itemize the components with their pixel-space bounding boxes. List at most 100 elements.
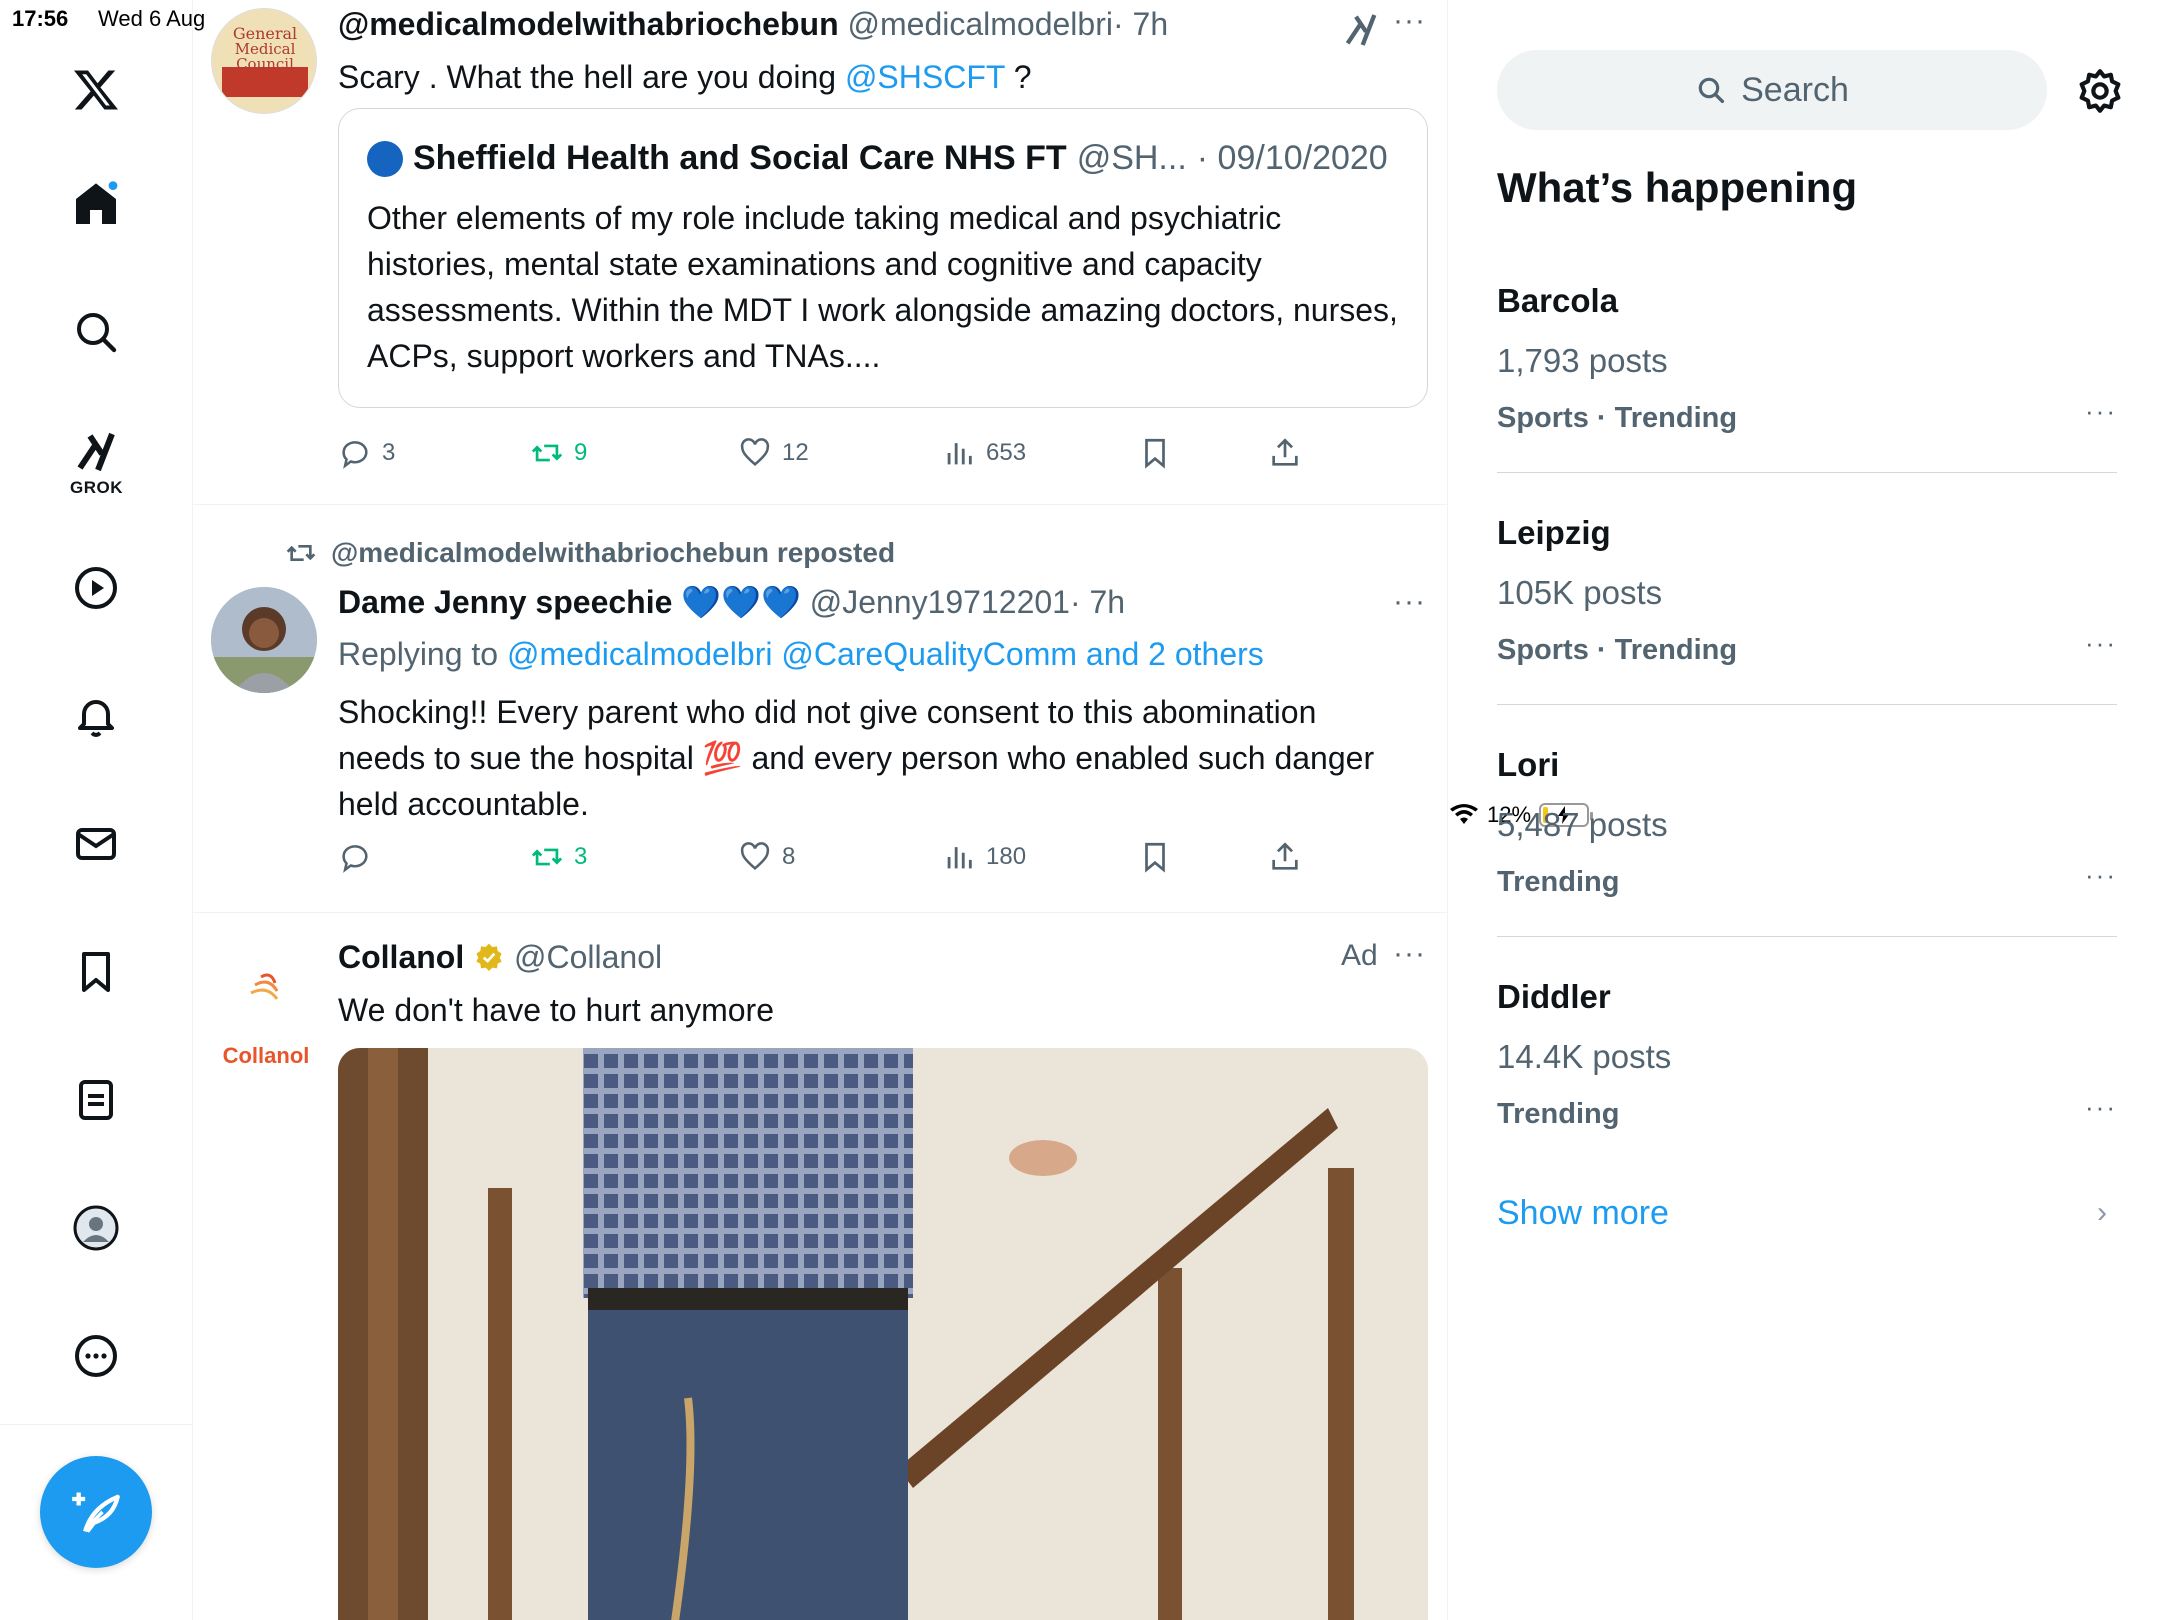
search-input[interactable]: Search: [1497, 50, 2047, 130]
advertiser-logo-text: Collanol: [222, 1043, 310, 1068]
display-name[interactable]: Collanol: [338, 939, 464, 975]
mention-link[interactable]: @SHSCFT: [845, 59, 1005, 95]
repost-button[interactable]: 3: [530, 840, 587, 874]
views-button[interactable]: 180: [942, 840, 1026, 874]
settings-gear-icon[interactable]: [2075, 66, 2125, 116]
share-button[interactable]: [1268, 436, 1302, 470]
views-icon: [947, 847, 972, 869]
display-name[interactable]: @medicalmodelwithabriochebun: [338, 6, 839, 42]
display-name[interactable]: Dame Jenny speechie: [338, 584, 672, 620]
like-button[interactable]: 8: [738, 840, 795, 874]
like-count: 12: [782, 439, 809, 466]
lists-icon[interactable]: [64, 1068, 128, 1132]
trend-more-icon[interactable]: ···: [2085, 1092, 2117, 1123]
search-icon[interactable]: [64, 300, 128, 364]
tweet-time[interactable]: · 7h: [1113, 6, 1168, 42]
grok-icon[interactable]: [64, 420, 128, 484]
tweet-header: Collanol @Collanol: [338, 939, 662, 976]
reposted-by[interactable]: @medicalmodelwithabriochebun reposted: [331, 537, 895, 569]
tweet-text-part: Scary . What the hell are you doing: [338, 59, 845, 95]
trend-name: Leipzig: [1497, 514, 1611, 551]
emoji-100: 💯: [702, 740, 743, 776]
ad-tweet[interactable]: Collanol Collanol @Collanol Ad ··· We do…: [193, 913, 1447, 1620]
replying-to-label: Replying to: [338, 636, 507, 672]
heart-icon: [740, 438, 770, 467]
handle[interactable]: @Collanol: [514, 939, 662, 975]
home-icon[interactable]: [64, 172, 128, 236]
trend-count: 14.4K posts: [1497, 1038, 1672, 1075]
name-emojis: 💙💙💙: [681, 584, 801, 620]
trend-category: Sports · Trending: [1497, 634, 1738, 666]
trend-item[interactable]: Diddler 14.4K posts Trending ···: [1497, 978, 2117, 1131]
quoted-tweet[interactable]: Sheffield Health and Social Care NHS FT …: [338, 108, 1428, 408]
compose-button[interactable]: [40, 1456, 152, 1568]
trend-more-icon[interactable]: ···: [2085, 396, 2117, 427]
tweet-text: We don't have to hurt anymore: [338, 992, 774, 1028]
tweet-1[interactable]: General Medical Council @medicalmodelwitha…: [193, 0, 1447, 505]
advertiser-logo[interactable]: Collanol: [211, 963, 321, 1069]
reply-count: 3: [382, 439, 396, 466]
tweet-2[interactable]: @medicalmodelwithabriochebun reposted Da…: [193, 505, 1447, 913]
more-options-icon[interactable]: ···: [1393, 4, 1426, 38]
reply-button[interactable]: 3: [338, 436, 395, 470]
tweet-header: Dame Jenny speechie 💙💙💙 @Jenny19712201· …: [338, 583, 1125, 621]
trend-item[interactable]: Lori 5,487 posts Trending ···: [1497, 746, 2117, 899]
handle[interactable]: @Jenny19712201: [810, 584, 1070, 620]
bookmark-button[interactable]: [1138, 840, 1172, 874]
trend-count: 1,793 posts: [1497, 342, 1668, 379]
tweet-text: Scary . What the hell are you doing @SHS…: [338, 54, 1408, 100]
tweet-header: @medicalmodelwithabriochebun @medicalmod…: [338, 6, 1168, 43]
grok-explain-icon[interactable]: [1341, 10, 1381, 50]
timeline: General Medical Council @medicalmodelwitha…: [193, 0, 1448, 1620]
quote-text: Other elements of my role include taking…: [367, 200, 1398, 374]
bookmark-button[interactable]: [1138, 436, 1172, 470]
show-more-link[interactable]: Show more: [1497, 1194, 1669, 1233]
handle[interactable]: @medicalmodelbri: [848, 6, 1113, 42]
trend-item[interactable]: Barcola 1,793 posts Sports · Trending ··…: [1497, 282, 2117, 435]
more-icon[interactable]: [64, 1324, 128, 1388]
bookmarks-icon[interactable]: [64, 940, 128, 1004]
more-options-icon[interactable]: ···: [1393, 937, 1426, 971]
messages-icon[interactable]: [64, 812, 128, 876]
tweet-time[interactable]: · 7h: [1070, 584, 1125, 620]
replying-to-links[interactable]: @medicalmodelbri @CareQualityComm and 2 …: [507, 636, 1264, 672]
trend-category: Sports · Trending: [1497, 402, 1738, 434]
repost-indicator: @medicalmodelwithabriochebun reposted: [285, 537, 895, 569]
views-button[interactable]: 653: [942, 436, 1026, 470]
trend-count: 5,487 posts: [1497, 806, 1668, 843]
view-count: 180: [986, 843, 1027, 870]
video-icon[interactable]: [64, 556, 128, 620]
like-button[interactable]: 12: [738, 436, 809, 470]
repost-button[interactable]: 9: [530, 436, 587, 470]
trend-name: Diddler: [1497, 978, 1611, 1015]
ad-video[interactable]: [338, 1048, 1428, 1620]
search-icon: [1698, 77, 1725, 104]
share-button[interactable]: [1268, 840, 1302, 874]
more-options-icon[interactable]: ···: [1393, 585, 1426, 619]
x-logo-icon[interactable]: [64, 58, 128, 122]
quote-avatar[interactable]: [367, 140, 403, 177]
bookmark-icon: [1145, 438, 1165, 469]
share-icon: [1272, 842, 1298, 870]
tweet-actions: 3 9 12 653: [338, 436, 1338, 476]
profile-icon[interactable]: [64, 1196, 128, 1260]
chevron-right-icon: ›: [2097, 1196, 2107, 1229]
trend-name: Barcola: [1497, 282, 1619, 319]
avatar[interactable]: General Medical Council: [211, 8, 317, 114]
trend-name: Lori: [1497, 746, 1560, 783]
trend-item[interactable]: Leipzig 105K posts Sports · Trending ···: [1497, 514, 2117, 667]
nav-divider: [0, 1424, 193, 1425]
repost-icon: [531, 444, 563, 462]
avatar[interactable]: [211, 587, 317, 693]
trend-more-icon[interactable]: ···: [2085, 628, 2117, 659]
trend-more-icon[interactable]: ···: [2085, 860, 2117, 891]
quote-display-name[interactable]: Sheffield Health and Social Care NHS FT: [413, 139, 1067, 178]
quote-handle[interactable]: @SH...: [1077, 139, 1187, 178]
trend-divider: [1497, 472, 2117, 473]
ad-label: Ad: [1341, 939, 1378, 972]
reply-button[interactable]: [338, 840, 382, 874]
notifications-icon[interactable]: [64, 684, 128, 748]
repost-count: 3: [574, 843, 588, 870]
repost-indicator-icon: [286, 545, 316, 561]
trend-count: 105K posts: [1497, 574, 1663, 611]
